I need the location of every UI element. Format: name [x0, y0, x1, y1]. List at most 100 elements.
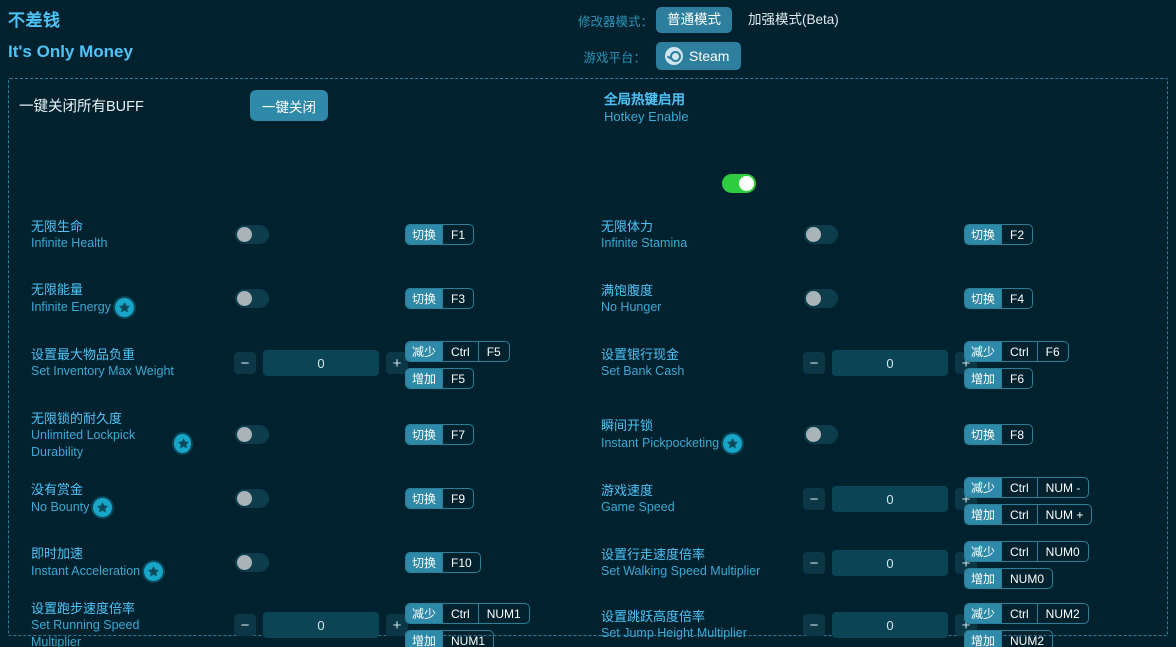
hotkey-action-label: 切换	[406, 225, 442, 244]
cheat-labels: 设置跳跃高度倍率Set Jump Height Multiplier	[596, 608, 796, 642]
hotkey-row: 减少CtrlNUM2	[964, 603, 1089, 624]
hotkey-action-label: 切换	[965, 425, 1001, 444]
mode-normal-button[interactable]: 普通模式	[656, 7, 732, 33]
value-input[interactable]: 0	[263, 612, 379, 638]
all-buff-off-button[interactable]: 一键关闭	[250, 90, 328, 121]
hotkey-pill[interactable]: 增加NUM0	[964, 568, 1053, 589]
decrement-button[interactable]: −	[803, 552, 825, 574]
hotkey-pill[interactable]: 切换F4	[964, 288, 1033, 309]
hotkey-pill[interactable]: 减少CtrlF5	[405, 341, 510, 362]
cheat-toggle[interactable]	[804, 425, 838, 444]
decrement-button[interactable]: −	[234, 352, 256, 374]
hotkey-action-label: 切换	[406, 489, 442, 508]
cheat-toggle[interactable]	[235, 225, 269, 244]
cheat-stepper: −0+	[803, 550, 977, 576]
cheat-toggle[interactable]	[235, 489, 269, 508]
hotkey-action-label: 增加	[406, 631, 442, 647]
star-icon	[144, 562, 163, 581]
hotkey-key: F1	[442, 225, 473, 244]
decrement-button[interactable]: −	[803, 614, 825, 636]
hotkey-pill[interactable]: 增加NUM1	[405, 630, 494, 647]
hotkey-group: 切换F2	[964, 224, 1033, 245]
hotkey-pill[interactable]: 减少CtrlNUM -	[964, 477, 1089, 498]
title-block: 不差钱 It's Only Money	[8, 8, 133, 65]
hotkey-row: 减少CtrlNUM1	[405, 603, 530, 624]
cheat-label-en: Infinite Health	[31, 235, 107, 252]
cheat-row: 无限能量Infinite Energy切换F3	[9, 277, 596, 321]
hotkey-pill[interactable]: 切换F9	[405, 488, 474, 509]
cheat-row: 无限锁的耐久度Unlimited Lockpick Durability切换F7	[9, 413, 596, 457]
platform-steam-button[interactable]: Steam	[656, 42, 741, 70]
hotkey-group: 减少CtrlNUM - 增加CtrlNUM +	[964, 477, 1092, 525]
cheat-label-en: No Hunger	[601, 299, 661, 316]
cheat-row: 设置跑步速度倍率Set Running Speed Multiplier−0+减…	[9, 603, 596, 647]
hotkey-key: Ctrl	[1001, 342, 1037, 361]
decrement-button[interactable]: −	[803, 488, 825, 510]
hotkey-pill[interactable]: 减少CtrlNUM2	[964, 603, 1089, 624]
hotkey-key: NUM -	[1037, 478, 1089, 497]
cheat-label-en: Game Speed	[601, 499, 675, 516]
hotkey-pill[interactable]: 切换F3	[405, 288, 474, 309]
hotkey-row: 增加NUM1	[405, 630, 530, 647]
hotkey-pill[interactable]: 减少CtrlNUM0	[964, 541, 1089, 562]
cheat-labels: 即时加速Instant Acceleration	[9, 545, 191, 581]
hotkey-pill[interactable]: 切换F1	[405, 224, 474, 245]
hotkey-row: 切换F3	[405, 288, 474, 309]
value-input[interactable]: 0	[832, 550, 948, 576]
hotkey-key: F9	[442, 489, 473, 508]
cheat-toggle[interactable]	[235, 553, 269, 572]
cheat-toggle[interactable]	[804, 225, 838, 244]
hotkey-pill[interactable]: 切换F10	[405, 552, 481, 573]
hotkey-row: 切换F8	[964, 424, 1033, 445]
hotkey-pill[interactable]: 减少CtrlF6	[964, 341, 1069, 362]
value-input[interactable]: 0	[832, 486, 948, 512]
hotkey-action-label: 减少	[965, 342, 1001, 361]
hotkey-group: 切换F3	[405, 288, 474, 309]
cheat-stepper: −0+	[234, 350, 408, 376]
hotkey-action-label: 减少	[406, 342, 442, 361]
value-input[interactable]: 0	[263, 350, 379, 376]
cheat-label-cn: 无限能量	[31, 281, 191, 298]
cheat-label-en: Unlimited Lockpick Durability	[31, 427, 170, 461]
hotkey-key: F6	[1037, 342, 1068, 361]
value-input[interactable]: 0	[832, 612, 948, 638]
hotkey-pill[interactable]: 增加CtrlNUM +	[964, 504, 1092, 525]
hotkey-enable-cn: 全局热键启用	[604, 91, 689, 108]
hotkey-group: 减少CtrlNUM2 增加NUM2	[964, 603, 1089, 647]
mode-row: 修改器模式： 普通模式 加强模式(Beta)	[578, 6, 850, 34]
toggle-knob	[237, 491, 252, 506]
hotkey-pill[interactable]: 增加F5	[405, 368, 474, 389]
cheat-toggle[interactable]	[235, 289, 269, 308]
hotkey-group: 减少CtrlNUM1 增加NUM1	[405, 603, 530, 647]
hotkey-row: 减少CtrlF6	[964, 341, 1069, 362]
cheat-labels: 设置银行现金Set Bank Cash	[596, 346, 796, 380]
cheat-toggle[interactable]	[804, 289, 838, 308]
mode-beta-button[interactable]: 加强模式(Beta)	[732, 7, 850, 33]
cheat-toggle[interactable]	[235, 425, 269, 444]
cheat-row: 即时加速Instant Acceleration 切换F10	[9, 541, 596, 585]
hotkey-row: 增加F6	[964, 368, 1069, 389]
hotkey-pill[interactable]: 增加F6	[964, 368, 1033, 389]
cheat-label-cn: 设置跳跃高度倍率	[601, 608, 796, 625]
trainer-window: 不差钱 It's Only Money 修改器模式： 普通模式 加强模式(Bet…	[0, 0, 1176, 647]
hotkey-action-label: 增加	[965, 369, 1001, 388]
hotkey-group: 切换F4	[964, 288, 1033, 309]
value-input[interactable]: 0	[832, 350, 948, 376]
hotkey-key: Ctrl	[1001, 604, 1037, 623]
hotkey-pill[interactable]: 切换F2	[964, 224, 1033, 245]
hotkey-pill[interactable]: 切换F7	[405, 424, 474, 445]
hotkey-key: NUM +	[1037, 505, 1092, 524]
steam-icon	[665, 47, 683, 65]
hotkey-action-label: 切换	[965, 225, 1001, 244]
hotkey-group: 切换F7	[405, 424, 474, 445]
star-icon	[93, 498, 112, 517]
hotkey-pill[interactable]: 减少CtrlNUM1	[405, 603, 530, 624]
hotkey-pill[interactable]: 切换F8	[964, 424, 1033, 445]
decrement-button[interactable]: −	[803, 352, 825, 374]
hotkey-row: 切换F4	[964, 288, 1033, 309]
cheat-label-en: Instant Pickpocketing	[601, 435, 719, 452]
cheat-label-cn: 满饱腹度	[601, 282, 796, 299]
decrement-button[interactable]: −	[234, 614, 256, 636]
hotkey-pill[interactable]: 增加NUM2	[964, 630, 1053, 647]
toggle-knob	[806, 291, 821, 306]
